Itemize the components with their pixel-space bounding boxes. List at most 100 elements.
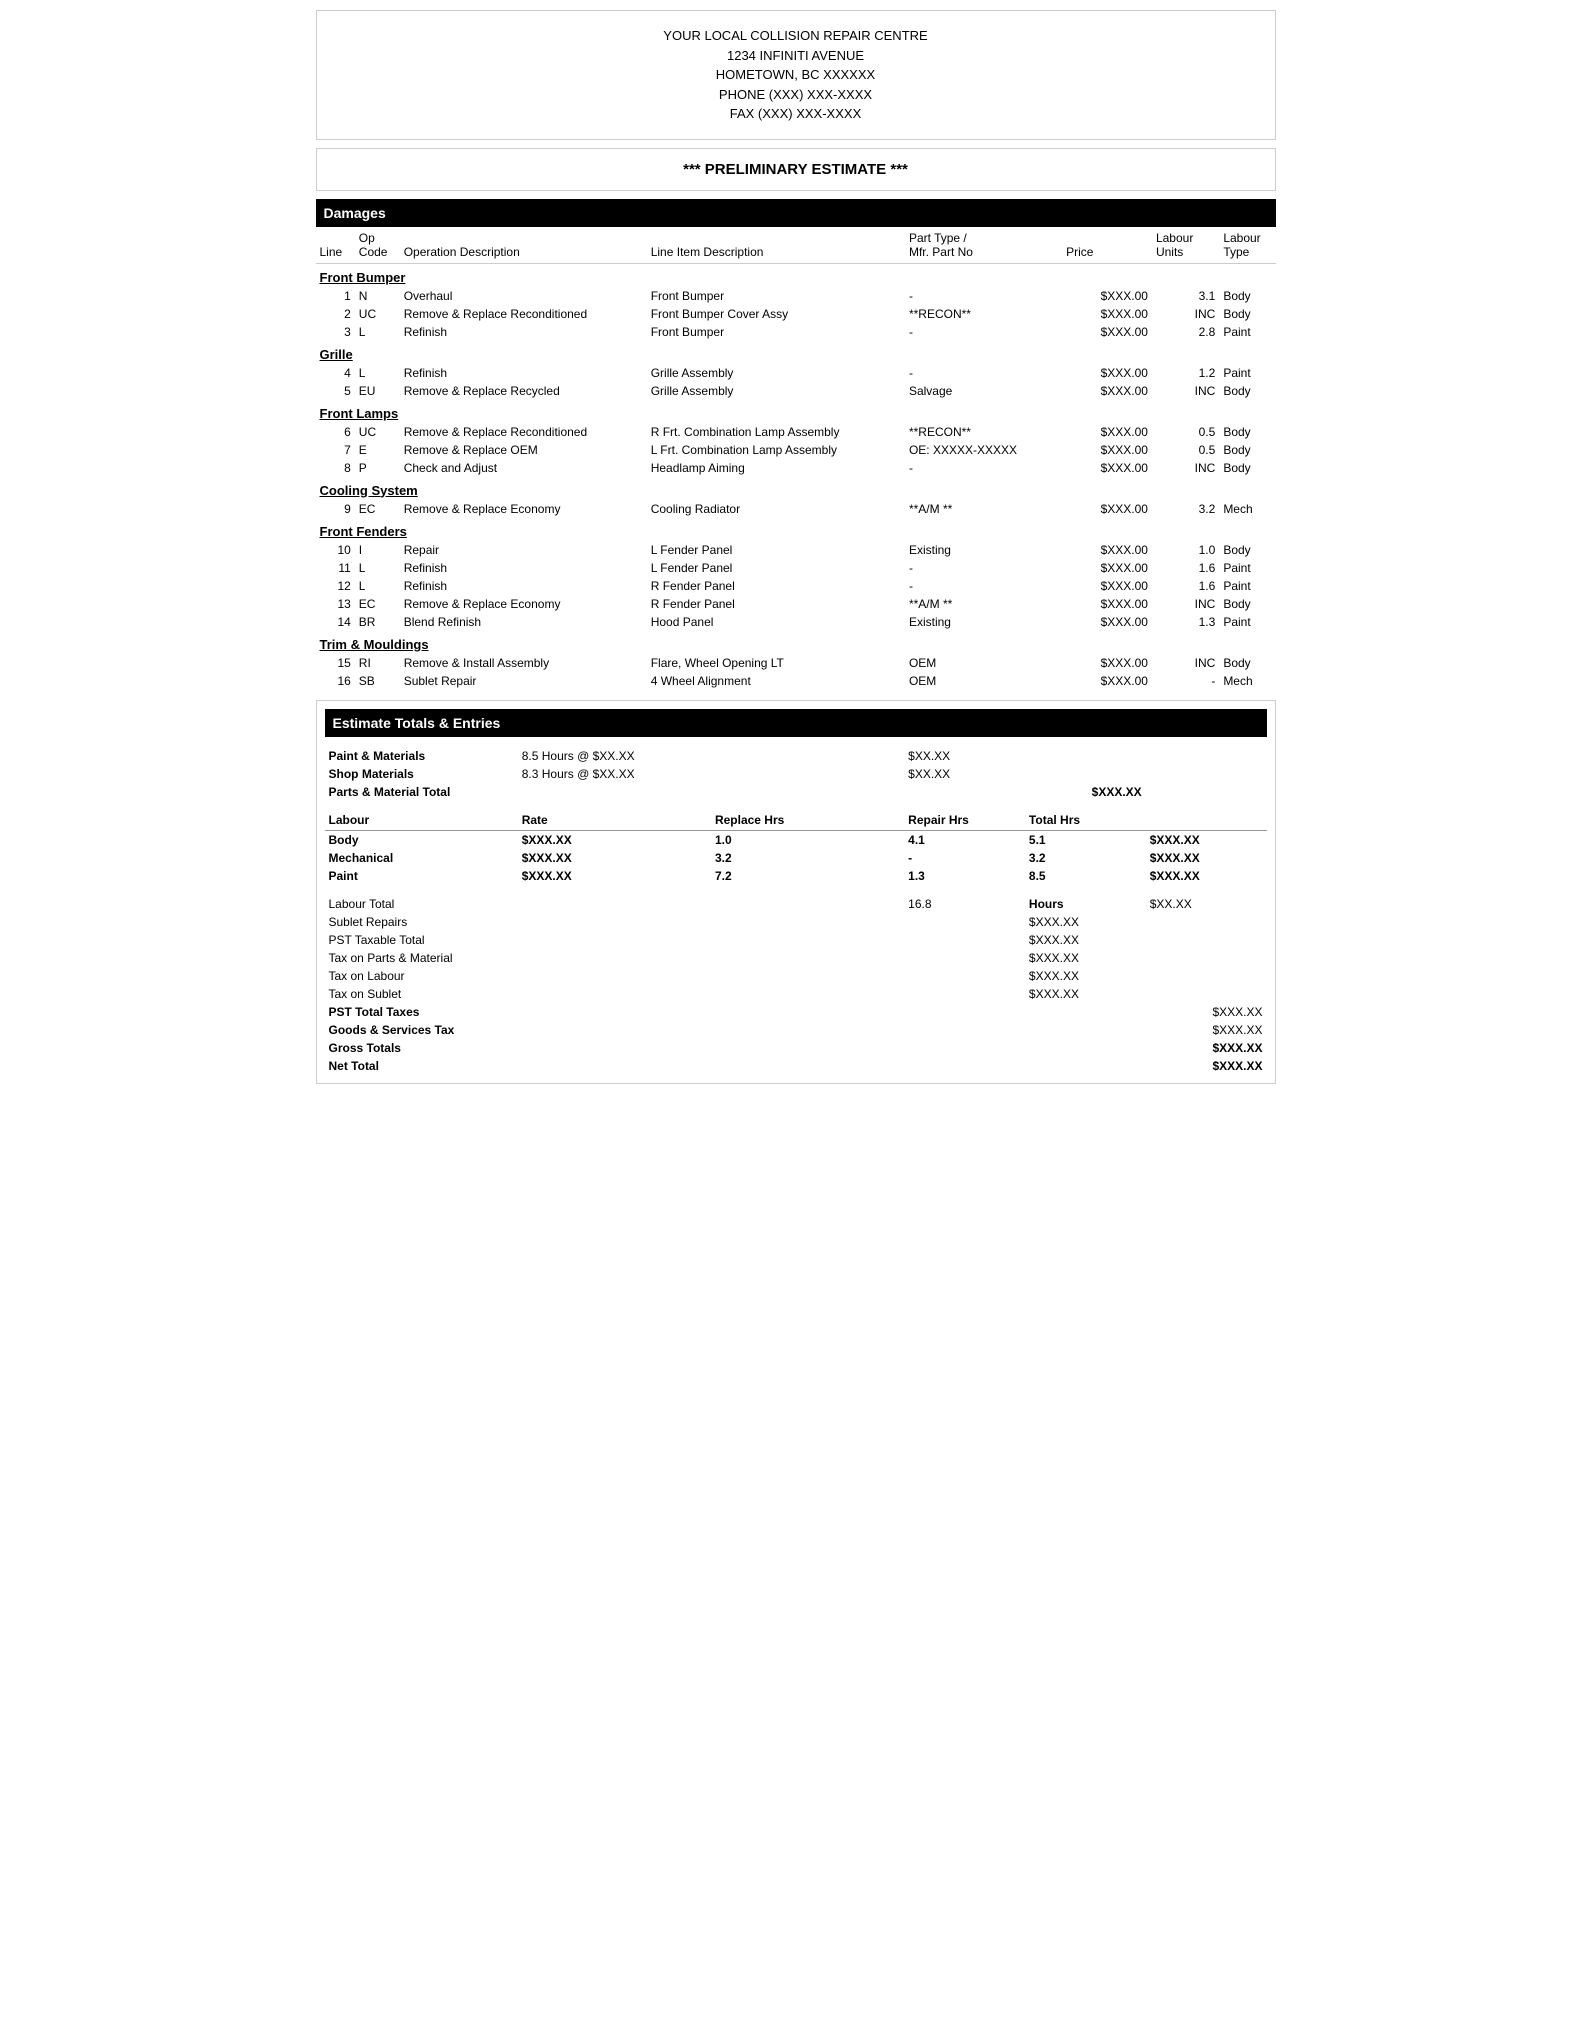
table-cell: L Fender Panel [647, 559, 905, 577]
table-row: 13ECRemove & Replace EconomyR Fender Pan… [316, 595, 1276, 613]
section-name: Trim & Mouldings [316, 631, 1276, 654]
mech-replace: 3.2 [711, 849, 904, 867]
table-cell: Flare, Wheel Opening LT [647, 654, 905, 672]
table-row: 12LRefinishR Fender Panel-$XXX.001.6Pain… [316, 577, 1276, 595]
section-header-row: Front Bumper [316, 263, 1276, 287]
shop-materials-amount: $XX.XX [904, 765, 1025, 783]
table-cell: Paint [1219, 577, 1275, 595]
table-row: 9ECRemove & Replace EconomyCooling Radia… [316, 500, 1276, 518]
labour-col-total-hrs: Total Hrs [1025, 811, 1146, 831]
table-cell: 0.5 [1152, 441, 1219, 459]
table-cell: R Fender Panel [647, 595, 905, 613]
table-cell: Blend Refinish [400, 613, 647, 631]
paint-label: Paint [325, 867, 518, 885]
pst-taxable-row: PST Taxable Total $XXX.XX [325, 931, 1267, 949]
table-row: 10IRepairL Fender PanelExisting$XXX.001.… [316, 541, 1276, 559]
parts-material-total-label: Parts & Material Total [325, 783, 518, 801]
table-cell: UC [355, 423, 400, 441]
table-cell: Body [1219, 441, 1275, 459]
col-header-operation: Operation Description [400, 227, 647, 264]
totals-table: Paint & Materials 8.5 Hours @ $XX.XX $XX… [325, 747, 1267, 1075]
tax-labour-label: Tax on Labour [325, 967, 518, 985]
table-cell: 2.8 [1152, 323, 1219, 341]
table-cell: 12 [316, 577, 355, 595]
table-cell: - [905, 287, 1062, 305]
table-cell: INC [1152, 305, 1219, 323]
table-cell: Mech [1219, 672, 1275, 690]
sublet-repairs-amount: $XXX.XX [1025, 913, 1146, 931]
table-cell: BR [355, 613, 400, 631]
labour-total-hrs: 16.8 [904, 895, 1025, 913]
table-cell: - [905, 577, 1062, 595]
table-cell: E [355, 441, 400, 459]
parts-material-total-row: Parts & Material Total $XXX.XX [325, 783, 1267, 801]
gross-totals-amount: $XXX.XX [1146, 1039, 1267, 1057]
table-cell: R Fender Panel [647, 577, 905, 595]
table-row: 2UCRemove & Replace ReconditionedFront B… [316, 305, 1276, 323]
section-name: Cooling System [316, 477, 1276, 500]
table-cell: EU [355, 382, 400, 400]
table-cell: 1.6 [1152, 577, 1219, 595]
table-cell: L Frt. Combination Lamp Assembly [647, 441, 905, 459]
tax-sublet-label: Tax on Sublet [325, 985, 518, 1003]
totals-section: Estimate Totals & Entries Paint & Materi… [316, 700, 1276, 1084]
table-cell: Refinish [400, 323, 647, 341]
mech-total: 3.2 [1025, 849, 1146, 867]
table-cell: L Fender Panel [647, 541, 905, 559]
table-cell: 11 [316, 559, 355, 577]
table-cell: - [905, 559, 1062, 577]
table-cell: SB [355, 672, 400, 690]
section-name: Front Fenders [316, 518, 1276, 541]
table-cell: 10 [316, 541, 355, 559]
gross-totals-label: Gross Totals [325, 1039, 518, 1057]
table-cell: 16 [316, 672, 355, 690]
table-cell: Existing [905, 541, 1062, 559]
table-cell: 6 [316, 423, 355, 441]
body-rate: $XXX.XX [518, 830, 711, 849]
table-row: 15RIRemove & Install AssemblyFlare, Whee… [316, 654, 1276, 672]
parts-material-total-amount: $XXX.XX [1025, 783, 1146, 801]
section-name: Grille [316, 341, 1276, 364]
table-cell: Remove & Install Assembly [400, 654, 647, 672]
table-cell: 1.3 [1152, 613, 1219, 631]
table-cell: 8 [316, 459, 355, 477]
table-cell: 13 [316, 595, 355, 613]
table-cell: **A/M ** [905, 595, 1062, 613]
paint-rate: $XXX.XX [518, 867, 711, 885]
paint-total: 8.5 [1025, 867, 1146, 885]
table-cell: Paint [1219, 323, 1275, 341]
table-cell: $XXX.00 [1062, 305, 1152, 323]
table-cell: 1.6 [1152, 559, 1219, 577]
company-phone: PHONE (XXX) XXX-XXXX [317, 85, 1275, 105]
table-cell: OEM [905, 654, 1062, 672]
table-cell: 4 [316, 364, 355, 382]
table-row: 7ERemove & Replace OEML Frt. Combination… [316, 441, 1276, 459]
table-cell: Front Bumper [647, 323, 905, 341]
table-cell: $XXX.00 [1062, 323, 1152, 341]
table-cell: INC [1152, 382, 1219, 400]
net-total-label: Net Total [325, 1057, 518, 1075]
table-cell: Mech [1219, 500, 1275, 518]
preliminary-banner: *** PRELIMINARY ESTIMATE *** [316, 148, 1276, 191]
table-row: 11LRefinishL Fender Panel-$XXX.001.6Pain… [316, 559, 1276, 577]
table-cell: Remove & Replace Economy [400, 595, 647, 613]
table-cell: Remove & Replace Reconditioned [400, 423, 647, 441]
tax-labour-row: Tax on Labour $XXX.XX [325, 967, 1267, 985]
body-total: 5.1 [1025, 830, 1146, 849]
table-cell: Body [1219, 654, 1275, 672]
table-row: 5EURemove & Replace RecycledGrille Assem… [316, 382, 1276, 400]
table-cell: EC [355, 595, 400, 613]
body-amount: $XXX.XX [1146, 830, 1267, 849]
table-cell: OEM [905, 672, 1062, 690]
paint-labour-row: Paint $XXX.XX 7.2 1.3 8.5 $XXX.XX [325, 867, 1267, 885]
table-cell: Front Bumper Cover Assy [647, 305, 905, 323]
table-cell: $XXX.00 [1062, 382, 1152, 400]
table-cell: Paint [1219, 613, 1275, 631]
paint-amount: $XXX.XX [1146, 867, 1267, 885]
gst-row: Goods & Services Tax $XXX.XX [325, 1021, 1267, 1039]
labour-total-amount: $XX.XX [1146, 895, 1267, 913]
gst-amount: $XXX.XX [1146, 1021, 1267, 1039]
paint-repair: 1.3 [904, 867, 1025, 885]
table-cell: Headlamp Aiming [647, 459, 905, 477]
col-header-line-item: Line Item Description [647, 227, 905, 264]
